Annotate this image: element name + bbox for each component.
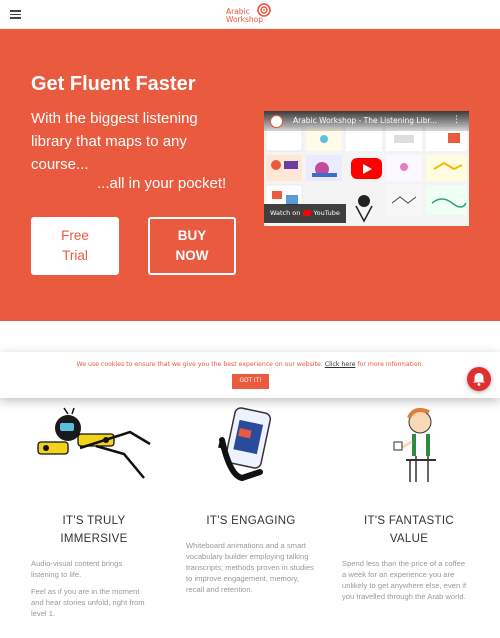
hero-title: Get Fluent Faster bbox=[31, 73, 196, 95]
hero-subtitle: With the biggest listening library that … bbox=[31, 110, 198, 173]
feature-engaging-title: IT'S ENGAGING bbox=[186, 512, 316, 530]
feature-value-text-1: Spend less than the price of a coffee a … bbox=[342, 559, 467, 601]
feature-immersive-title-line2: IMMERSIVE bbox=[60, 533, 128, 545]
logo-line2: Workshop bbox=[226, 15, 264, 24]
cookie-accept-button[interactable]: GOT IT! bbox=[232, 374, 269, 389]
cookie-message: We use cookies to ensure that we give yo… bbox=[0, 361, 500, 368]
buy-now-button[interactable]: BUY NOW bbox=[148, 217, 236, 275]
free-trial-label-2: Trial bbox=[62, 248, 88, 263]
top-bar: Arabic Workshop bbox=[0, 0, 500, 29]
video-title: Arabic Workshop - The Listening Libr... bbox=[293, 116, 438, 125]
buy-now-label-2: NOW bbox=[175, 248, 209, 263]
watch-on-label: Watch on bbox=[270, 209, 301, 217]
feature-engaging-body: Whiteboard animations and a smart vocabu… bbox=[186, 540, 314, 601]
more-vertical-icon[interactable]: ⋮ bbox=[452, 115, 461, 125]
play-button-icon[interactable] bbox=[351, 158, 382, 179]
arabic-workshop-swirl-icon bbox=[257, 3, 271, 17]
feature-value-title: IT'S FANTASTIC VALUE bbox=[346, 512, 472, 548]
phone-character-illustration bbox=[218, 407, 272, 482]
free-trial-button[interactable]: Free Trial bbox=[31, 217, 119, 275]
video-embed[interactable]: Arabic Workshop - The Listening Libr... … bbox=[264, 111, 469, 226]
feature-value-title-line2: VALUE bbox=[389, 533, 429, 545]
watch-on-youtube-button[interactable]: Watch on YouTube bbox=[264, 204, 346, 223]
feature-immersive-text-2: Feel as if you are in the moment and hea… bbox=[31, 587, 145, 618]
vr-headset-character-illustration bbox=[37, 407, 151, 479]
bell-icon bbox=[473, 373, 485, 386]
cookie-info-link[interactable]: Click here bbox=[325, 361, 356, 368]
feature-value-title-line1: IT'S FANTASTIC bbox=[364, 515, 454, 527]
feature-value-body: Spend less than the price of a coffee a … bbox=[342, 558, 470, 608]
feature-immersive-title: IT'S TRULY IMMERSIVE bbox=[34, 512, 154, 548]
cookie-text-after: for more information. bbox=[357, 361, 424, 368]
cookie-text-before: We use cookies to ensure that we give yo… bbox=[76, 361, 323, 368]
cookie-banner: We use cookies to ensure that we give yo… bbox=[0, 352, 500, 398]
hero-pocket-text: ...all in your pocket! bbox=[97, 175, 227, 192]
youtube-logo-icon bbox=[303, 210, 312, 216]
site-logo[interactable]: Arabic Workshop bbox=[226, 3, 276, 25]
feature-immersive-body: Audio-visual content brings listening to… bbox=[31, 558, 151, 625]
feature-engaging-text-1: Whiteboard animations and a smart vocabu… bbox=[186, 541, 314, 594]
feature-immersive-title-line1: IT'S TRULY bbox=[62, 515, 126, 527]
feature-engaging-title-line1: IT'S ENGAGING bbox=[206, 515, 296, 527]
channel-avatar-icon[interactable] bbox=[270, 115, 283, 128]
free-trial-label-1: Free bbox=[61, 228, 89, 243]
hamburger-menu-icon[interactable] bbox=[10, 10, 21, 19]
feature-immersive-text-1: Audio-visual content brings listening to… bbox=[31, 559, 123, 579]
hero-section: Get Fluent Faster With the biggest liste… bbox=[0, 29, 500, 321]
notification-bell-button[interactable] bbox=[467, 367, 491, 391]
buy-now-label-1: BUY bbox=[177, 228, 207, 243]
youtube-label: YouTube bbox=[313, 209, 340, 217]
coffee-character-illustration bbox=[393, 408, 436, 482]
video-title-bar[interactable]: Arabic Workshop - The Listening Libr... bbox=[264, 111, 469, 131]
